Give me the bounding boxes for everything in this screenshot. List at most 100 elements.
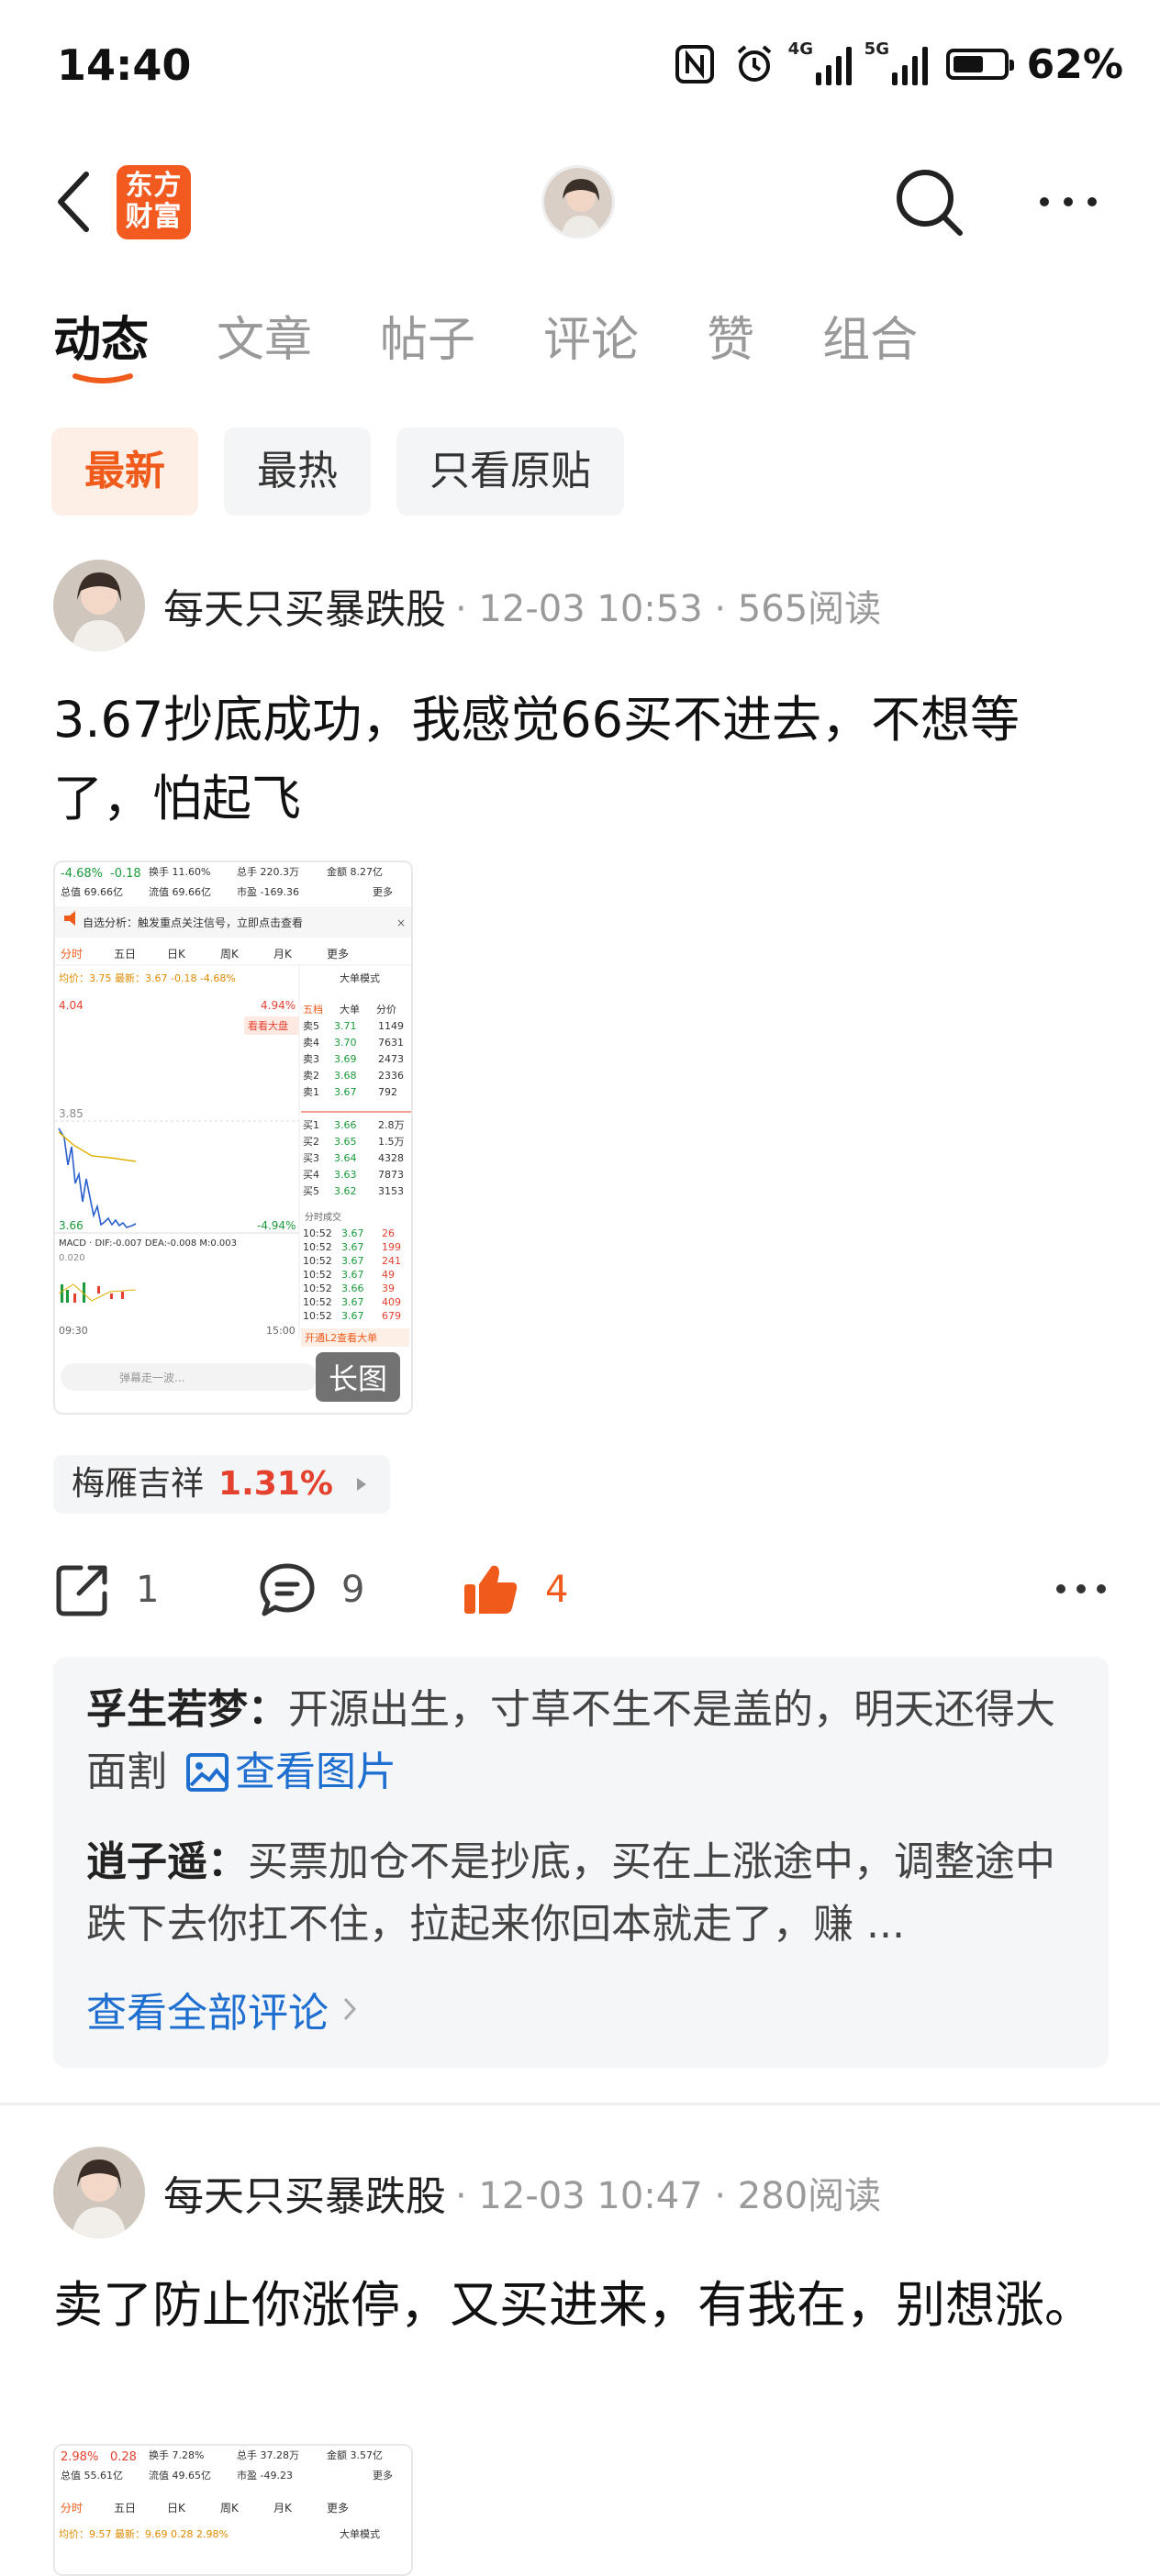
bid-volume: 7873 — [378, 1169, 404, 1181]
tick-time: 10:52 — [303, 1255, 332, 1267]
caret-right-icon — [356, 1478, 366, 1491]
tab-2[interactable]: 帖子 — [380, 301, 475, 383]
post-2-text[interactable]: 卖了防止你涨停，又买进来，有我在，别想涨。 — [53, 2266, 1109, 2345]
svg-text:4.04: 4.04 — [59, 999, 84, 1012]
chart-tab: 分时 — [61, 948, 83, 960]
order-tab: 五档 — [303, 1003, 323, 1016]
tick-price: 3.67 — [341, 1269, 364, 1281]
comment-author[interactable]: 孚生若梦： — [86, 1686, 288, 1733]
svg-text:MACD · DIF:-0.007 DEA:-0.008: MACD · DIF:-0.007 DEA:-0.008 M:0.003 — [59, 1238, 237, 1249]
back-icon[interactable] — [48, 167, 103, 237]
comment-item[interactable]: 孚生若梦：开源出生，寸草不生不是盖的，明天还得大面割 查看图片 — [86, 1679, 1077, 1804]
svg-text:0.020: 0.020 — [59, 1253, 85, 1263]
svg-text:总手 37.28万: 总手 37.28万 — [237, 2448, 299, 2461]
img-change-abs: -0.18 — [110, 867, 141, 881]
tick-volume: 409 — [382, 1296, 401, 1308]
svg-text:-4.94%: -4.94% — [257, 1219, 296, 1232]
tab-5[interactable]: 组合 — [822, 301, 918, 383]
like-button[interactable]: 4 — [461, 1549, 568, 1631]
search-icon[interactable] — [890, 163, 967, 240]
svg-text:流值 49.65亿: 流值 49.65亿 — [149, 2469, 211, 2482]
logo-line-1: 东方 — [125, 170, 183, 202]
bid-label: 买4 — [303, 1169, 319, 1181]
post-meta: · 12-03 10:53 · 565阅读 — [455, 588, 882, 630]
post-1-text[interactable]: 3.67抄底成功，我感觉66买不进去，不想等了，怕起飞 — [53, 681, 1109, 838]
more-icon[interactable] — [1035, 182, 1101, 222]
ask-label: 卖1 — [303, 1086, 319, 1098]
chart-tab: 五日 — [114, 948, 136, 960]
svg-text:换手 11.60%: 换手 11.60% — [149, 865, 210, 878]
post-more-icon[interactable] — [1054, 1571, 1109, 1607]
svg-text:3.66: 3.66 — [59, 1219, 84, 1232]
filter-chip-1[interactable]: 最热 — [224, 427, 371, 516]
post-1-author-row[interactable]: 每天只买暴跌股 · 12-03 10:53 · 565阅读 — [53, 560, 881, 651]
ask-volume: 7631 — [378, 1037, 404, 1049]
ask-label: 卖5 — [303, 1020, 319, 1032]
comment-author[interactable]: 逍子遥： — [86, 1838, 248, 1885]
author-name[interactable]: 每天只买暴跌股 — [163, 2163, 446, 2222]
tick-price: 3.66 — [341, 1282, 364, 1294]
tab-3[interactable]: 评论 — [543, 301, 639, 383]
tab-4[interactable]: 赞 — [707, 301, 754, 383]
chart-tab: 五日 — [114, 2502, 136, 2515]
tab-0[interactable]: 动态 — [53, 301, 149, 383]
filter-chip-0[interactable]: 最新 — [51, 427, 198, 516]
ask-price: 3.67 — [334, 1086, 357, 1098]
like-count: 4 — [545, 1569, 569, 1611]
post-1-image[interactable]: -4.68% -0.18 换手 11.60% 总手 220.3万 金额 8.27… — [53, 861, 413, 1415]
bid-label: 买5 — [303, 1185, 319, 1197]
stock-screenshot: 2.98% 0.28 换手 7.28% 总手 37.28万 金额 3.57亿 总… — [55, 2446, 411, 2574]
ask-volume: 2473 — [378, 1053, 404, 1065]
tick-volume: 679 — [382, 1310, 401, 1322]
svg-text:流值 69.66亿: 流值 69.66亿 — [149, 885, 211, 898]
view-image-link[interactable]: 查看图片 — [180, 1749, 396, 1795]
svg-text:换手 7.28%: 换手 7.28% — [149, 2448, 204, 2461]
tab-label: 评论 — [543, 313, 640, 368]
alarm-icon — [737, 45, 771, 82]
svg-text:市盈 -49.23: 市盈 -49.23 — [237, 2469, 293, 2482]
share-count: 1 — [136, 1569, 160, 1611]
post-divider — [0, 2103, 1160, 2105]
svg-text:总值 55.61亿: 总值 55.61亿 — [61, 2469, 123, 2482]
tab-1[interactable]: 文章 — [217, 301, 312, 383]
thumbs-up-icon — [464, 1565, 518, 1614]
svg-text:2.98%: 2.98% — [61, 2450, 98, 2464]
ask-volume: 792 — [378, 1086, 397, 1098]
post-1-actions: 1 9 4 — [53, 1549, 1109, 1631]
see-all-comments-link[interactable]: 查看全部评论 — [86, 1980, 358, 2038]
view-image-label: 查看图片 — [235, 1749, 396, 1795]
author-name[interactable]: 每天只买暴跌股 — [163, 576, 446, 635]
stock-tag[interactable]: 梅雁吉祥 1.31% — [53, 1455, 390, 1514]
order-tab: 分价 — [376, 1004, 396, 1016]
signal-icon-2: 5G — [864, 39, 928, 85]
tick-time: 10:52 — [303, 1227, 332, 1239]
share-button[interactable]: 1 — [53, 1549, 159, 1631]
svg-text:看看大盘: 看看大盘 — [248, 1019, 288, 1032]
filter-chip-2[interactable]: 只看原贴 — [396, 427, 624, 516]
tick-time: 10:52 — [303, 1282, 332, 1294]
svg-text:更多: 更多 — [373, 2469, 393, 2482]
comment-button[interactable]: 9 — [257, 1549, 364, 1631]
app-logo[interactable]: 东方 财富 — [117, 165, 191, 239]
comment-item[interactable]: 逍子遥：买票加仓不是抄底，买在上涨途中，调整途中跌下去你扛不住，拉起来你回本就走… — [86, 1831, 1077, 1956]
tick-volume: 39 — [382, 1282, 395, 1294]
user-avatar[interactable] — [541, 165, 615, 239]
chart-tab: 月K — [273, 2502, 293, 2515]
author-avatar[interactable] — [53, 2147, 145, 2238]
svg-text:市盈 -169.36: 市盈 -169.36 — [237, 885, 299, 898]
chart-tab: 分时 — [61, 2502, 83, 2515]
svg-text:更多: 更多 — [373, 885, 393, 898]
image-icon — [186, 1753, 229, 1792]
tab-label: 赞 — [707, 313, 755, 368]
svg-text:金额 3.57亿: 金额 3.57亿 — [327, 2448, 383, 2461]
profile-tabs: 动态 文章 帖子 评论 赞 组合 — [53, 301, 986, 383]
network-label-4g: 4G — [787, 39, 813, 59]
post-2-image[interactable]: 2.98% 0.28 换手 7.28% 总手 37.28万 金额 3.57亿 总… — [53, 2444, 413, 2576]
post-2-author-row[interactable]: 每天只买暴跌股 · 12-03 10:47 · 280阅读 — [53, 2147, 881, 2238]
svg-text:09:30: 09:30 — [59, 1325, 88, 1337]
comments-preview[interactable]: 孚生若梦：开源出生，寸草不生不是盖的，明天还得大面割 查看图片 逍子遥：买票加仓… — [53, 1657, 1109, 2068]
author-avatar[interactable] — [53, 560, 145, 651]
svg-text:3.85: 3.85 — [59, 1107, 84, 1120]
svg-text:大单模式: 大单模式 — [340, 2527, 380, 2540]
ask-price: 3.68 — [334, 1070, 357, 1082]
